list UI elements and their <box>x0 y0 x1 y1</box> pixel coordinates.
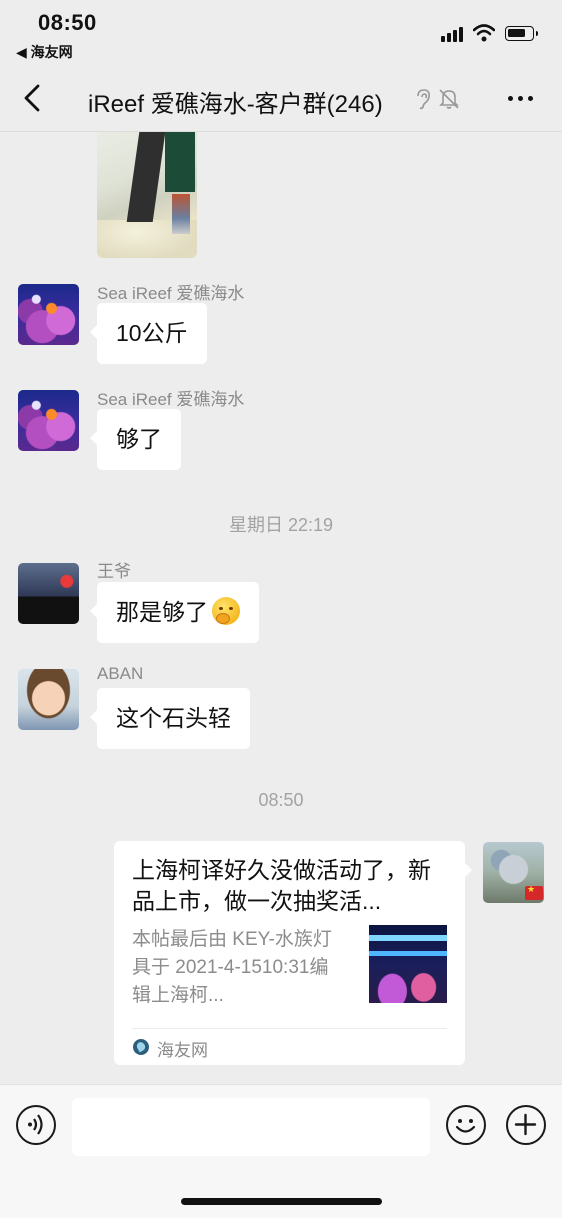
voice-icon[interactable] <box>16 1105 56 1145</box>
link-card-title: 上海柯译好久没做活动了，新品上市，做一次抽奖活... <box>132 857 431 914</box>
ear-icon <box>417 89 430 110</box>
source-logo-icon <box>133 1039 149 1055</box>
timestamp: 星期日 22:19 <box>228 515 334 535</box>
message-bubble[interactable]: 这个石头轻 <box>90 688 250 749</box>
flag-icon <box>525 884 543 900</box>
sender-name: Sea iReef 爱礁海水 <box>97 284 245 303</box>
message-bubble[interactable]: 够了 <box>90 409 181 470</box>
link-card-thumbnail <box>369 925 447 1003</box>
link-card-source: 海友网 <box>157 1041 208 1060</box>
sender-name: 王爷 <box>97 562 131 581</box>
back-to-app-link[interactable]: ◀ 海友网 <box>16 42 73 62</box>
wifi-icon <box>473 24 495 42</box>
message-bubble[interactable]: 10公斤 <box>90 303 207 364</box>
plus-icon[interactable] <box>506 1105 546 1145</box>
more-icon[interactable] <box>506 96 536 104</box>
timestamp: 08:50 <box>258 790 304 810</box>
avatar[interactable] <box>18 284 79 345</box>
avatar[interactable] <box>18 669 79 730</box>
link-card-description: 本帖最后由 KEY-水族灯具于 2021-4-1510:31编辑上海柯... <box>132 929 332 1006</box>
link-card[interactable]: 上海柯译好久没做活动了，新品上市，做一次抽奖活... 本帖最后由 KEY-水族灯… <box>114 841 472 1065</box>
emoji-icon[interactable] <box>446 1105 486 1145</box>
avatar[interactable] <box>18 390 79 451</box>
image-message[interactable] <box>97 132 197 258</box>
back-arrow-icon[interactable] <box>18 82 48 114</box>
divider <box>132 1028 447 1029</box>
status-time: 08:50 <box>38 10 97 35</box>
home-indicator[interactable] <box>181 1198 382 1205</box>
status-bar: 08:50 ◀ 海友网 <box>0 0 562 64</box>
message-bubble[interactable]: 那是够了 <box>90 582 259 643</box>
message-text: 那是够了 <box>116 599 208 625</box>
sender-name: Sea iReef 爱礁海水 <box>97 390 245 409</box>
chat-title[interactable]: iReef 爱礁海水-客户群(246) <box>88 84 383 119</box>
message-input[interactable] <box>72 1098 430 1156</box>
sender-name: ABAN <box>97 664 144 683</box>
chat-header: iReef 爱礁海水-客户群(246) <box>0 64 562 132</box>
mute-bell-icon <box>439 89 459 109</box>
cellular-signal-icon <box>441 26 465 42</box>
avatar[interactable] <box>18 563 79 624</box>
battery-icon <box>505 26 538 41</box>
thinking-face-icon <box>212 597 240 625</box>
